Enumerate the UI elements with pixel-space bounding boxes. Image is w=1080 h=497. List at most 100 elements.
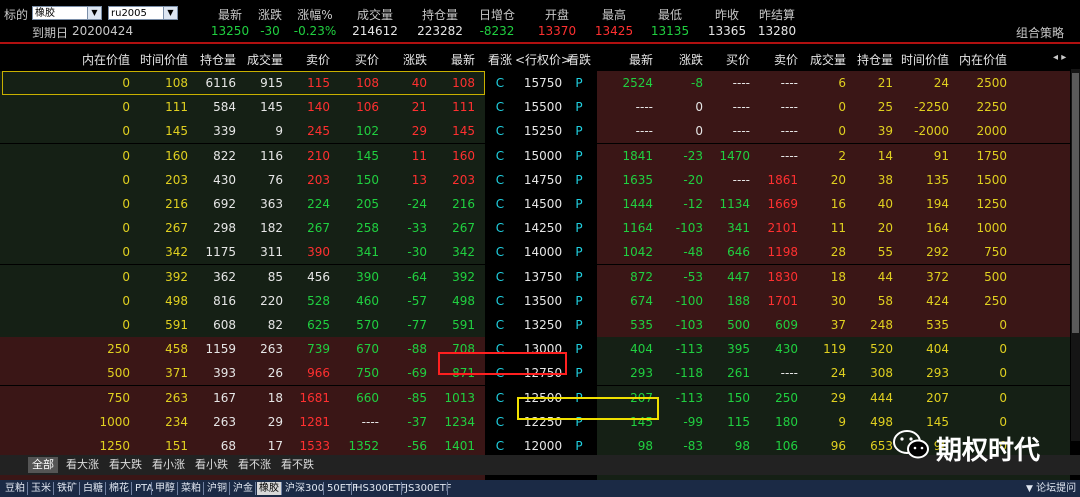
call-column-header[interactable]: 最新: [451, 51, 475, 68]
put-cell[interactable]: -53: [683, 270, 703, 284]
call-marker[interactable]: C: [496, 270, 504, 284]
put-column-header[interactable]: 卖价: [774, 51, 798, 68]
put-cell[interactable]: 1830: [767, 270, 798, 284]
call-cell[interactable]: 1352: [348, 439, 379, 453]
option-row[interactable]: 0 160 822 116 210 145 11 160 C 15000 P 1841 -23 1470 -…: [0, 143, 1080, 168]
put-cell[interactable]: 292: [926, 245, 949, 259]
put-cell[interactable]: 0: [695, 124, 703, 138]
put-cell[interactable]: 6: [838, 76, 846, 90]
put-cell[interactable]: 18: [831, 270, 846, 284]
put-marker[interactable]: P: [575, 100, 582, 114]
underlying-select[interactable]: 橡胶 ▼: [32, 6, 102, 20]
call-cell[interactable]: -77: [407, 318, 427, 332]
put-cell[interactable]: 872: [630, 270, 653, 284]
call-cell[interactable]: 182: [260, 221, 283, 235]
filter-tab[interactable]: 看小涨: [148, 457, 189, 473]
call-cell[interactable]: -88: [407, 342, 427, 356]
put-cell[interactable]: 1198: [767, 245, 798, 259]
call-marker[interactable]: C: [496, 124, 504, 138]
put-cell[interactable]: 9: [838, 415, 846, 429]
put-cell[interactable]: ----: [781, 124, 798, 138]
put-cell[interactable]: 30: [831, 294, 846, 308]
filter-tab[interactable]: 看小跌: [191, 457, 232, 473]
call-cell[interactable]: -64: [407, 270, 427, 284]
put-marker[interactable]: P: [575, 270, 582, 284]
call-cell[interactable]: 1250: [99, 439, 130, 453]
vertical-scrollbar[interactable]: [1071, 69, 1080, 441]
put-marker[interactable]: P: [575, 439, 582, 453]
call-marker[interactable]: C: [496, 245, 504, 259]
call-cell[interactable]: 456: [307, 270, 330, 284]
call-cell[interactable]: 263: [260, 342, 283, 356]
put-cell[interactable]: 404: [630, 342, 653, 356]
call-cell[interactable]: 966: [307, 366, 330, 380]
call-column-header[interactable]: 内在价值: [82, 51, 130, 68]
put-cell[interactable]: 0: [838, 100, 846, 114]
filter-tab[interactable]: 全部: [28, 457, 58, 473]
call-marker[interactable]: C: [496, 318, 504, 332]
put-cell[interactable]: 308: [870, 366, 893, 380]
call-marker[interactable]: C: [496, 294, 504, 308]
put-cell[interactable]: -100: [676, 294, 703, 308]
call-cell[interactable]: 267: [452, 221, 475, 235]
call-cell[interactable]: 13: [412, 173, 427, 187]
call-cell[interactable]: 108: [356, 76, 379, 90]
call-cell[interactable]: 234: [165, 415, 188, 429]
put-cell[interactable]: -2000: [914, 124, 949, 138]
call-cell[interactable]: 0: [122, 318, 130, 332]
put-cell[interactable]: 1750: [976, 149, 1007, 163]
put-cell[interactable]: 293: [926, 366, 949, 380]
put-cell[interactable]: -99: [683, 415, 703, 429]
put-cell[interactable]: 164: [926, 221, 949, 235]
put-cell[interactable]: 750: [984, 245, 1007, 259]
forum-link[interactable]: ▼ 论坛提问: [1024, 482, 1078, 495]
call-cell[interactable]: 1281: [299, 415, 330, 429]
call-cell[interactable]: -30: [407, 245, 427, 259]
call-cell[interactable]: -69: [407, 366, 427, 380]
call-column-header[interactable]: 时间价值: [140, 51, 188, 68]
put-cell[interactable]: 55: [878, 245, 893, 259]
call-cell[interactable]: 150: [356, 173, 379, 187]
call-cell[interactable]: 750: [356, 366, 379, 380]
call-cell[interactable]: 40: [412, 76, 427, 90]
put-cell[interactable]: 115: [727, 415, 750, 429]
call-marker[interactable]: C: [496, 221, 504, 235]
call-cell[interactable]: 145: [260, 100, 283, 114]
option-row[interactable]: 0 591 608 82 625 570 -77 591 C 13250 P 535 -103 500 60…: [0, 313, 1080, 337]
filter-tab[interactable]: 看不跌: [277, 457, 318, 473]
option-row[interactable]: 0 111 584 145 140 106 21 111 C 15500 P ---- 0 ---- ---…: [0, 95, 1080, 120]
call-column-header[interactable]: 涨跌: [403, 51, 427, 68]
call-cell[interactable]: 591: [452, 318, 475, 332]
call-cell[interactable]: 498: [452, 294, 475, 308]
put-cell[interactable]: 106: [775, 439, 798, 453]
put-cell[interactable]: 2250: [976, 100, 1007, 114]
put-column-header[interactable]: 内在价值: [959, 51, 1007, 68]
option-row[interactable]: 0 216 692 363 224 205 -24 216 C 14500 P 1444 -12 1134…: [0, 192, 1080, 216]
call-cell[interactable]: 298: [213, 221, 236, 235]
call-cell[interactable]: 140: [307, 100, 330, 114]
put-cell[interactable]: 430: [775, 342, 798, 356]
product-tab[interactable]: 菜粕: [179, 482, 203, 495]
call-cell[interactable]: 0: [122, 173, 130, 187]
put-column-header[interactable]: 成交量: [810, 51, 846, 68]
put-cell[interactable]: ----: [781, 100, 798, 114]
combo-strategy-link[interactable]: 组合策略: [1016, 24, 1064, 41]
put-cell[interactable]: 1500: [976, 173, 1007, 187]
put-cell[interactable]: ----: [636, 100, 653, 114]
call-cell[interactable]: 1401: [444, 439, 475, 453]
product-tab[interactable]: JS300ETF: [403, 482, 454, 495]
call-marker[interactable]: C: [496, 366, 504, 380]
call-cell[interactable]: 1681: [299, 391, 330, 405]
filter-tab[interactable]: 看大涨: [62, 457, 103, 473]
call-column-header[interactable]: 买价: [355, 51, 379, 68]
option-row[interactable]: 0 203 430 76 203 150 13 203 C 14750 P 1635 -20 ---- 18…: [0, 167, 1080, 192]
call-cell[interactable]: 111: [452, 100, 475, 114]
put-cell[interactable]: 11: [831, 221, 846, 235]
put-cell[interactable]: 91: [934, 149, 949, 163]
call-cell[interactable]: 460: [356, 294, 379, 308]
call-cell[interactable]: 1533: [299, 439, 330, 453]
call-marker[interactable]: C: [496, 100, 504, 114]
call-cell[interactable]: 108: [165, 76, 188, 90]
call-cell[interactable]: 915: [260, 76, 283, 90]
call-cell[interactable]: 708: [452, 342, 475, 356]
